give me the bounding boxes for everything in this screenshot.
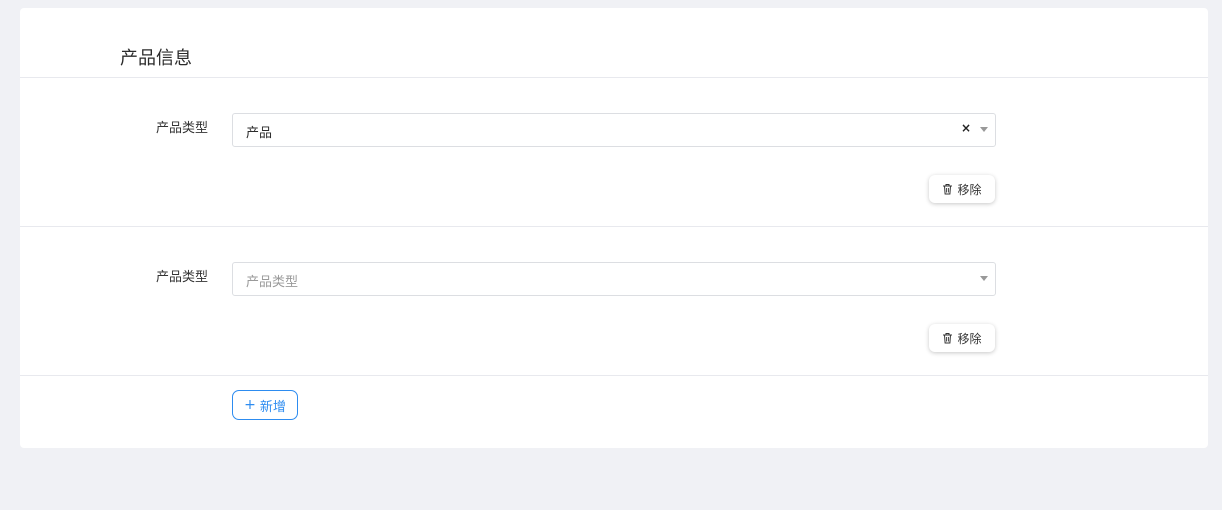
- trash-icon: [943, 184, 953, 195]
- select-value: 产品: [246, 126, 273, 141]
- remove-button-label: 移除: [957, 331, 982, 346]
- section-title: 产品信息: [120, 48, 192, 69]
- divider: [20, 226, 1208, 227]
- add-button-label: 新增: [259, 399, 286, 415]
- caret-down-icon: [980, 276, 988, 281]
- product-type-row-2: 产品类型 产品类型 移除: [20, 262, 1208, 410]
- caret-down-icon: [980, 127, 988, 132]
- product-type-select-2[interactable]: 产品类型: [232, 262, 996, 296]
- plus-icon: +: [244, 397, 256, 413]
- field-label: 产品类型: [156, 270, 209, 285]
- product-type-select-1[interactable]: 产品 ×: [232, 113, 996, 147]
- remove-button-label: 移除: [957, 182, 982, 197]
- select-placeholder: 产品类型: [246, 275, 299, 290]
- product-type-row-1: 产品类型 产品 × 移除: [20, 113, 1208, 261]
- close-icon[interactable]: ×: [961, 121, 971, 135]
- product-info-card: 产品信息 产品类型 产品 × 移除 产品类型 产品类型 移除 + 新增: [20, 8, 1208, 448]
- divider: [20, 375, 1208, 376]
- remove-button-2[interactable]: 移除: [929, 324, 995, 352]
- add-button[interactable]: + 新增: [232, 390, 298, 420]
- field-label: 产品类型: [156, 121, 209, 136]
- divider: [20, 77, 1208, 78]
- remove-button-1[interactable]: 移除: [929, 175, 995, 203]
- trash-icon: [943, 333, 953, 344]
